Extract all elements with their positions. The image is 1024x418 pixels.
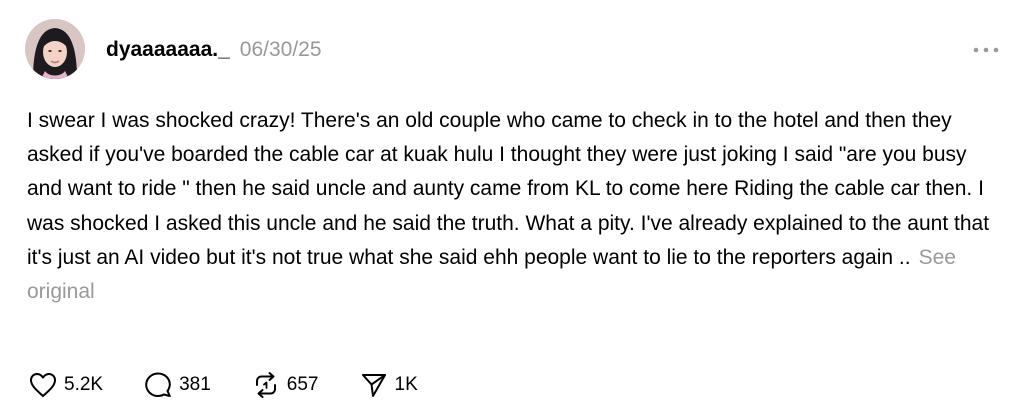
comment-icon bbox=[143, 370, 173, 400]
repost-button[interactable]: 657 bbox=[251, 370, 319, 400]
avatar[interactable] bbox=[25, 19, 85, 79]
post-header: dyaaaaaaa._ 06/30/25 bbox=[106, 38, 322, 62]
more-options-button[interactable] bbox=[970, 40, 1002, 60]
like-button[interactable]: 5.2K bbox=[28, 370, 103, 400]
reply-button[interactable]: 381 bbox=[143, 370, 211, 400]
reply-count: 381 bbox=[179, 374, 211, 395]
heart-icon bbox=[28, 370, 58, 400]
repost-count: 657 bbox=[286, 374, 319, 395]
avatar-image bbox=[25, 19, 85, 79]
username[interactable]: dyaaaaaaa._ bbox=[106, 38, 230, 62]
send-icon bbox=[359, 370, 389, 400]
like-count: 5.2K bbox=[64, 374, 104, 395]
more-horizontal-icon bbox=[973, 47, 999, 53]
post-card: dyaaaaaaa._ 06/30/25 I swear I was shock… bbox=[0, 0, 1024, 418]
share-count: 1K bbox=[394, 374, 418, 395]
post-body: I swear I was shocked crazy! There's an … bbox=[27, 104, 1002, 309]
share-button[interactable]: 1K bbox=[359, 370, 418, 400]
post-body-text: I swear I was shocked crazy! There's an … bbox=[27, 109, 990, 269]
repost-icon bbox=[251, 370, 281, 400]
action-bar: 5.2K 381 657 1K bbox=[28, 368, 458, 402]
post-date: 06/30/25 bbox=[239, 38, 322, 61]
